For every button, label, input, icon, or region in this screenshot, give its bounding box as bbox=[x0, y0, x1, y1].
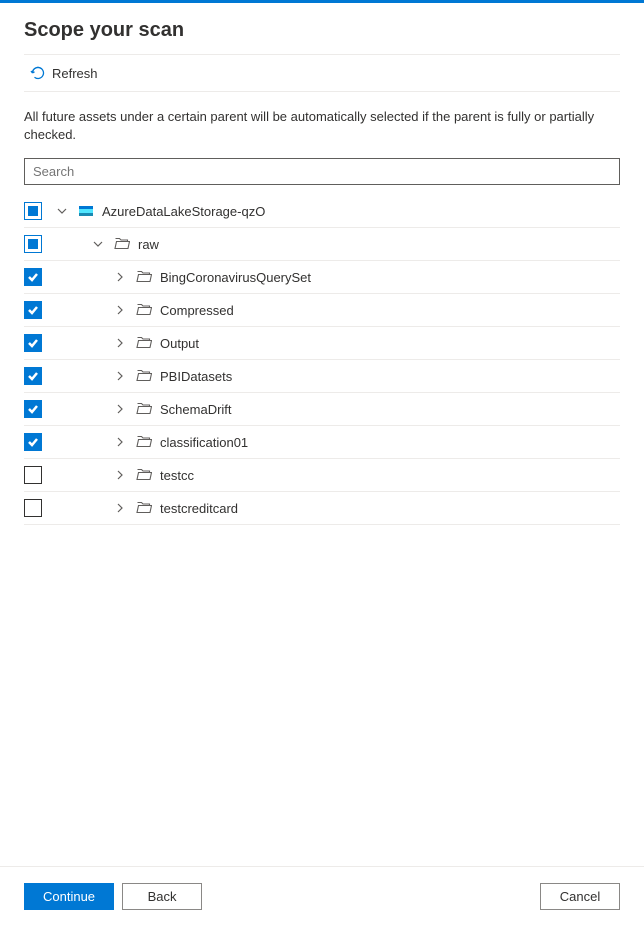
checkbox-checked[interactable] bbox=[24, 334, 42, 352]
checkbox-checked[interactable] bbox=[24, 433, 42, 451]
tree-row[interactable]: SchemaDrift bbox=[24, 393, 620, 426]
page-title: Scope your scan bbox=[24, 19, 620, 42]
tree-item-label: Output bbox=[160, 336, 199, 351]
back-button[interactable]: Back bbox=[122, 883, 202, 910]
folder-open-icon bbox=[136, 500, 152, 516]
checkbox-checked[interactable] bbox=[24, 301, 42, 319]
tree-item-label: raw bbox=[138, 237, 159, 252]
cancel-button[interactable]: Cancel bbox=[540, 883, 620, 910]
checkbox-checked[interactable] bbox=[24, 367, 42, 385]
tree-row[interactable]: testcreditcard bbox=[24, 492, 620, 525]
search-input[interactable] bbox=[24, 158, 620, 185]
tree-row[interactable]: Output bbox=[24, 327, 620, 360]
tree-row[interactable]: testcc bbox=[24, 459, 620, 492]
folder-open-icon bbox=[136, 302, 152, 318]
continue-button[interactable]: Continue bbox=[24, 883, 114, 910]
toolbar: Refresh bbox=[24, 54, 620, 92]
chevron-right-icon[interactable] bbox=[112, 500, 128, 516]
folder-open-icon bbox=[114, 236, 130, 252]
chevron-right-icon[interactable] bbox=[112, 302, 128, 318]
chevron-down-icon[interactable] bbox=[90, 236, 106, 252]
tree-row[interactable]: PBIDatasets bbox=[24, 360, 620, 393]
description-text: All future assets under a certain parent… bbox=[24, 108, 620, 144]
tree-item-label: Compressed bbox=[160, 303, 234, 318]
refresh-label: Refresh bbox=[52, 66, 98, 81]
tree-item-label: SchemaDrift bbox=[160, 402, 232, 417]
chevron-right-icon[interactable] bbox=[112, 269, 128, 285]
folder-open-icon bbox=[136, 335, 152, 351]
folder-open-icon bbox=[136, 434, 152, 450]
tree-item-label: testcreditcard bbox=[160, 501, 238, 516]
chevron-right-icon[interactable] bbox=[112, 467, 128, 483]
chevron-right-icon[interactable] bbox=[112, 401, 128, 417]
checkbox-indeterminate[interactable] bbox=[24, 202, 42, 220]
tree-item-label: PBIDatasets bbox=[160, 369, 232, 384]
tree-item-label: BingCoronavirusQuerySet bbox=[160, 270, 311, 285]
folder-open-icon bbox=[136, 269, 152, 285]
tree-row[interactable]: Compressed bbox=[24, 294, 620, 327]
checkbox-indeterminate[interactable] bbox=[24, 235, 42, 253]
checkbox-unchecked[interactable] bbox=[24, 466, 42, 484]
tree-item-label: testcc bbox=[160, 468, 194, 483]
folder-open-icon bbox=[136, 401, 152, 417]
tree-item-label: AzureDataLakeStorage-qzO bbox=[102, 204, 265, 219]
folder-open-icon bbox=[136, 467, 152, 483]
folder-open-icon bbox=[136, 368, 152, 384]
tree-item-label: classification01 bbox=[160, 435, 248, 450]
chevron-right-icon[interactable] bbox=[112, 335, 128, 351]
tree-row-raw[interactable]: raw bbox=[24, 228, 620, 261]
chevron-right-icon[interactable] bbox=[112, 434, 128, 450]
asset-tree: AzureDataLakeStorage-qzO raw BingCoronav… bbox=[24, 195, 620, 525]
refresh-button[interactable]: Refresh bbox=[24, 61, 104, 85]
tree-row[interactable]: classification01 bbox=[24, 426, 620, 459]
chevron-down-icon[interactable] bbox=[54, 203, 70, 219]
storage-icon bbox=[78, 203, 94, 219]
tree-row-root[interactable]: AzureDataLakeStorage-qzO bbox=[24, 195, 620, 228]
chevron-right-icon[interactable] bbox=[112, 368, 128, 384]
tree-row[interactable]: BingCoronavirusQuerySet bbox=[24, 261, 620, 294]
checkbox-checked[interactable] bbox=[24, 400, 42, 418]
checkbox-checked[interactable] bbox=[24, 268, 42, 286]
refresh-icon bbox=[30, 65, 46, 81]
checkbox-unchecked[interactable] bbox=[24, 499, 42, 517]
footer: Continue Back Cancel bbox=[0, 866, 644, 926]
